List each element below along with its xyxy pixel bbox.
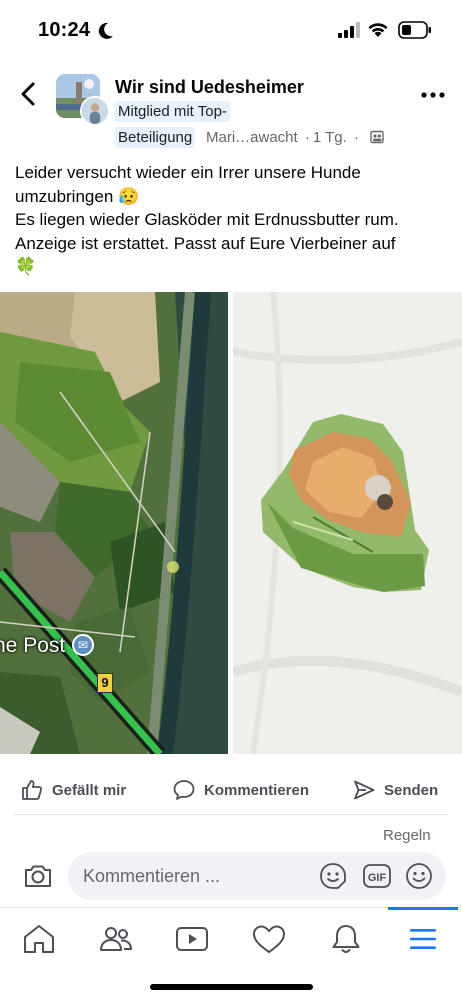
send-label: Senden <box>384 781 439 799</box>
route-number-badge: 9 <box>97 673 113 693</box>
thumbs-up-icon <box>22 780 43 800</box>
post-text-line: Anzeige ist erstattet. Passt auf Eure Vi… <box>15 233 396 253</box>
friends-tab-icon[interactable] <box>98 922 134 956</box>
comment-label: Kommentieren <box>204 781 310 799</box>
meta-separator-2: · <box>353 129 359 146</box>
battery-icon <box>398 21 431 39</box>
user-avatar[interactable] <box>80 96 110 126</box>
comment-placeholder: Kommentieren ... <box>83 866 221 886</box>
cellular-signal-icon <box>338 22 360 38</box>
group-name[interactable]: Wir sind Uedesheimer <box>115 77 304 98</box>
map-place-label: he Post <box>0 634 66 657</box>
comment-input[interactable]: Kommentieren ... GIF <box>68 852 446 900</box>
menu-hamburger-tab-icon[interactable] <box>405 922 441 956</box>
send-arrow-icon <box>354 780 375 800</box>
rules-link[interactable]: Regeln <box>383 827 431 844</box>
active-tab-indicator <box>388 907 458 910</box>
more-options-icon[interactable] <box>420 90 446 100</box>
dating-heart-tab-icon[interactable] <box>251 922 287 956</box>
status-time: 10:24 <box>38 19 91 41</box>
send-button[interactable]: Senden <box>352 776 438 804</box>
status-bar: 10:24 <box>0 0 462 62</box>
emoji-icon[interactable] <box>404 861 434 891</box>
back-arrow-icon[interactable] <box>16 80 42 108</box>
post-photo-glass-bait[interactable] <box>233 292 462 754</box>
author-name[interactable]: Mari…awacht <box>206 129 298 146</box>
post-text-line: Es liegen wieder Glasköder mit Erdnussbu… <box>15 210 399 229</box>
sticker-icon[interactable] <box>318 861 348 891</box>
glass-bait-graphic <box>233 292 462 754</box>
home-tab-icon[interactable] <box>21 922 57 956</box>
actions-divider <box>14 814 448 815</box>
top-contributor-badge-continued: Beteiligung <box>115 127 196 148</box>
gif-button[interactable]: GIF <box>362 862 392 890</box>
like-label: Gefällt mir <box>52 781 127 799</box>
video-tab-icon[interactable] <box>174 922 210 956</box>
do-not-disturb-moon-icon <box>98 22 113 39</box>
post-meta: Mari…awacht · 1 Tg. · <box>206 129 384 146</box>
post-photo-map[interactable] <box>0 292 228 754</box>
notifications-bell-tab-icon[interactable] <box>328 922 364 956</box>
wifi-icon <box>368 23 388 37</box>
gif-label: GIF <box>368 872 387 884</box>
post-text-line: Leider versucht wieder ein Irrer unsere … <box>15 163 361 182</box>
satellite-map-graphic <box>0 292 228 754</box>
post-actions: Gefällt mir Kommentieren Senden <box>0 768 462 812</box>
post-text-line: umzubringen 😥 <box>15 186 140 206</box>
post-text: Leider versucht wieder ein Irrer unsere … <box>15 161 455 279</box>
camera-icon[interactable] <box>22 860 54 892</box>
post-text-line: 🍀 <box>15 257 37 276</box>
group-privacy-icon <box>370 130 384 144</box>
top-contributor-badge: Mitglied mit Top- <box>115 101 230 122</box>
comment-button[interactable]: Kommentieren <box>172 776 309 804</box>
post-office-pin-icon: ✉ <box>72 634 94 656</box>
post-timestamp[interactable]: 1 Tg. <box>313 129 347 146</box>
comment-bubble-icon <box>173 780 195 800</box>
avatar-group[interactable] <box>56 74 110 126</box>
gif-icon: GIF <box>363 864 391 888</box>
like-button[interactable]: Gefällt mir <box>20 776 126 804</box>
meta-separator: · <box>304 129 310 146</box>
home-indicator <box>150 984 313 990</box>
